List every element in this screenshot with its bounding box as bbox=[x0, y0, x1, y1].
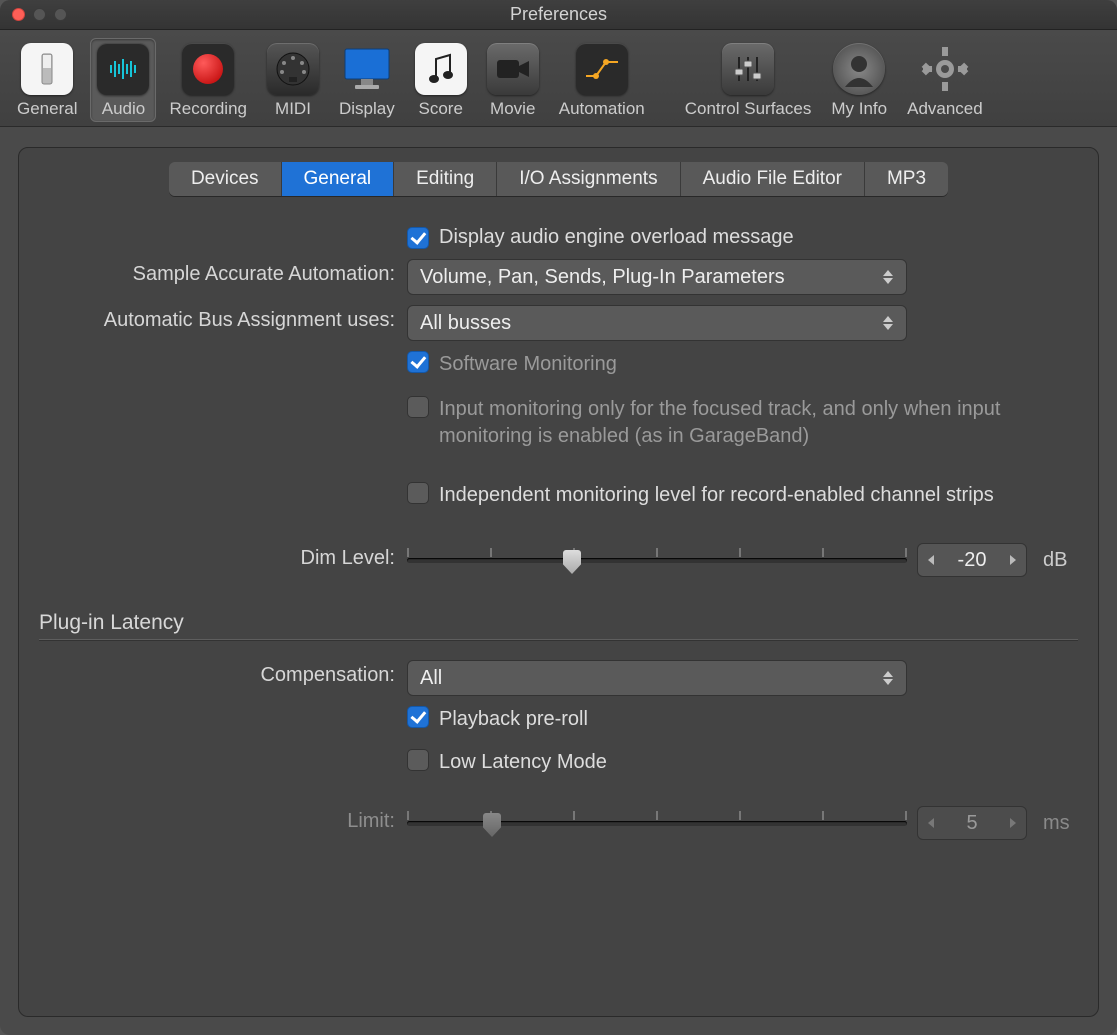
slider-thumb[interactable] bbox=[563, 550, 581, 574]
titlebar: Preferences bbox=[0, 0, 1117, 30]
toolbar-label: Score bbox=[419, 99, 463, 119]
dim-level-label: Dim Level: bbox=[39, 543, 407, 570]
faders-icon bbox=[722, 43, 774, 95]
toolbar-label: Audio bbox=[102, 99, 145, 119]
toolbar-item-score[interactable]: Score bbox=[408, 38, 474, 122]
tab-mp3[interactable]: MP3 bbox=[865, 162, 948, 196]
stepper-decrement[interactable] bbox=[918, 807, 944, 839]
updown-icon bbox=[878, 310, 898, 336]
tab-general[interactable]: General bbox=[282, 162, 395, 196]
limit-label: Limit: bbox=[39, 806, 407, 833]
overload-message-checkbox[interactable] bbox=[407, 227, 429, 249]
compensation-label: Compensation: bbox=[39, 660, 407, 687]
zoom-window-button[interactable] bbox=[54, 8, 67, 21]
playback-preroll-label: Playback pre-roll bbox=[439, 706, 588, 733]
stepper-increment[interactable] bbox=[1000, 807, 1026, 839]
toolbar-item-my-info[interactable]: My Info bbox=[824, 38, 894, 122]
toolbar-label: Display bbox=[339, 99, 395, 119]
dim-level-stepper[interactable]: -20 bbox=[917, 543, 1027, 577]
dim-level-unit: dB bbox=[1043, 549, 1067, 572]
avatar-icon bbox=[833, 43, 885, 95]
toolbar-item-midi[interactable]: MIDI bbox=[260, 38, 326, 122]
window-title: Preferences bbox=[0, 4, 1117, 25]
select-value: All bbox=[420, 667, 442, 690]
monitor-icon bbox=[341, 43, 393, 95]
independent-monitoring-checkbox[interactable] bbox=[407, 482, 429, 504]
toolbar-item-display[interactable]: Display bbox=[332, 38, 402, 122]
midi-din-icon bbox=[267, 43, 319, 95]
limit-unit: ms bbox=[1043, 812, 1070, 835]
software-monitoring-label: Software Monitoring bbox=[439, 351, 617, 378]
software-monitoring-checkbox[interactable] bbox=[407, 351, 429, 373]
updown-icon bbox=[878, 665, 898, 691]
toolbar-label: General bbox=[17, 99, 77, 119]
independent-monitoring-label: Independent monitoring level for record-… bbox=[439, 482, 994, 509]
minimize-window-button[interactable] bbox=[33, 8, 46, 21]
toolbar-item-recording[interactable]: Recording bbox=[162, 38, 254, 122]
stepper-decrement[interactable] bbox=[918, 544, 944, 576]
low-latency-mode-label: Low Latency Mode bbox=[439, 749, 607, 776]
toolbar-label: Advanced bbox=[907, 99, 983, 119]
tab-audio-file-editor[interactable]: Audio File Editor bbox=[681, 162, 865, 196]
select-value: Volume, Pan, Sends, Plug-In Parameters bbox=[420, 266, 785, 289]
toolbar-label: My Info bbox=[831, 99, 887, 119]
toolbar-label: MIDI bbox=[275, 99, 311, 119]
tab-io-assignments[interactable]: I/O Assignments bbox=[497, 162, 680, 196]
camera-icon bbox=[487, 43, 539, 95]
music-note-icon bbox=[415, 43, 467, 95]
toolbar-item-automation[interactable]: Automation bbox=[552, 38, 652, 122]
dim-level-value: -20 bbox=[958, 549, 987, 572]
toolbar-item-general[interactable]: General bbox=[10, 38, 84, 122]
input-monitoring-focused-checkbox[interactable] bbox=[407, 396, 429, 418]
toolbar-item-control-surfaces[interactable]: Control Surfaces bbox=[678, 38, 819, 122]
automation-icon bbox=[576, 43, 628, 95]
playback-preroll-checkbox[interactable] bbox=[407, 706, 429, 728]
select-value: All busses bbox=[420, 312, 511, 335]
switch-icon bbox=[21, 43, 73, 95]
toolbar-label: Movie bbox=[490, 99, 535, 119]
waveform-icon bbox=[97, 43, 149, 95]
toolbar-item-advanced[interactable]: Advanced bbox=[900, 38, 990, 122]
stepper-increment[interactable] bbox=[1000, 544, 1026, 576]
toolbar-item-movie[interactable]: Movie bbox=[480, 38, 546, 122]
limit-stepper[interactable]: 5 bbox=[917, 806, 1027, 840]
input-monitoring-focused-label: Input monitoring only for the focused tr… bbox=[439, 396, 1078, 450]
preferences-toolbar: General Audio Recording bbox=[0, 30, 1117, 127]
bus-assignment-select[interactable]: All busses bbox=[407, 305, 907, 341]
tab-editing[interactable]: Editing bbox=[394, 162, 497, 196]
close-window-button[interactable] bbox=[12, 8, 25, 21]
low-latency-mode-checkbox[interactable] bbox=[407, 749, 429, 771]
toolbar-label: Recording bbox=[169, 99, 247, 119]
audio-general-panel: Devices General Editing I/O Assignments … bbox=[18, 147, 1099, 1017]
compensation-select[interactable]: All bbox=[407, 660, 907, 696]
slider-thumb[interactable] bbox=[483, 813, 501, 837]
plugin-latency-heading: Plug-in Latency bbox=[39, 611, 1078, 635]
bus-assignment-label: Automatic Bus Assignment uses: bbox=[39, 305, 407, 332]
gear-icon bbox=[919, 43, 971, 95]
divider bbox=[39, 639, 1078, 640]
updown-icon bbox=[878, 264, 898, 290]
sample-accurate-automation-label: Sample Accurate Automation: bbox=[39, 259, 407, 286]
limit-slider[interactable] bbox=[407, 808, 907, 838]
record-icon bbox=[182, 43, 234, 95]
toolbar-item-audio[interactable]: Audio bbox=[90, 38, 156, 122]
limit-value: 5 bbox=[966, 812, 977, 835]
toolbar-label: Control Surfaces bbox=[685, 99, 812, 119]
tab-devices[interactable]: Devices bbox=[169, 162, 282, 196]
preferences-window: Preferences General Audio Recordi bbox=[0, 0, 1117, 1035]
overload-message-label: Display audio engine overload message bbox=[439, 226, 794, 249]
audio-subtabs: Devices General Editing I/O Assignments … bbox=[169, 162, 948, 196]
sample-accurate-automation-select[interactable]: Volume, Pan, Sends, Plug-In Parameters bbox=[407, 259, 907, 295]
toolbar-label: Automation bbox=[559, 99, 645, 119]
dim-level-slider[interactable] bbox=[407, 545, 907, 575]
